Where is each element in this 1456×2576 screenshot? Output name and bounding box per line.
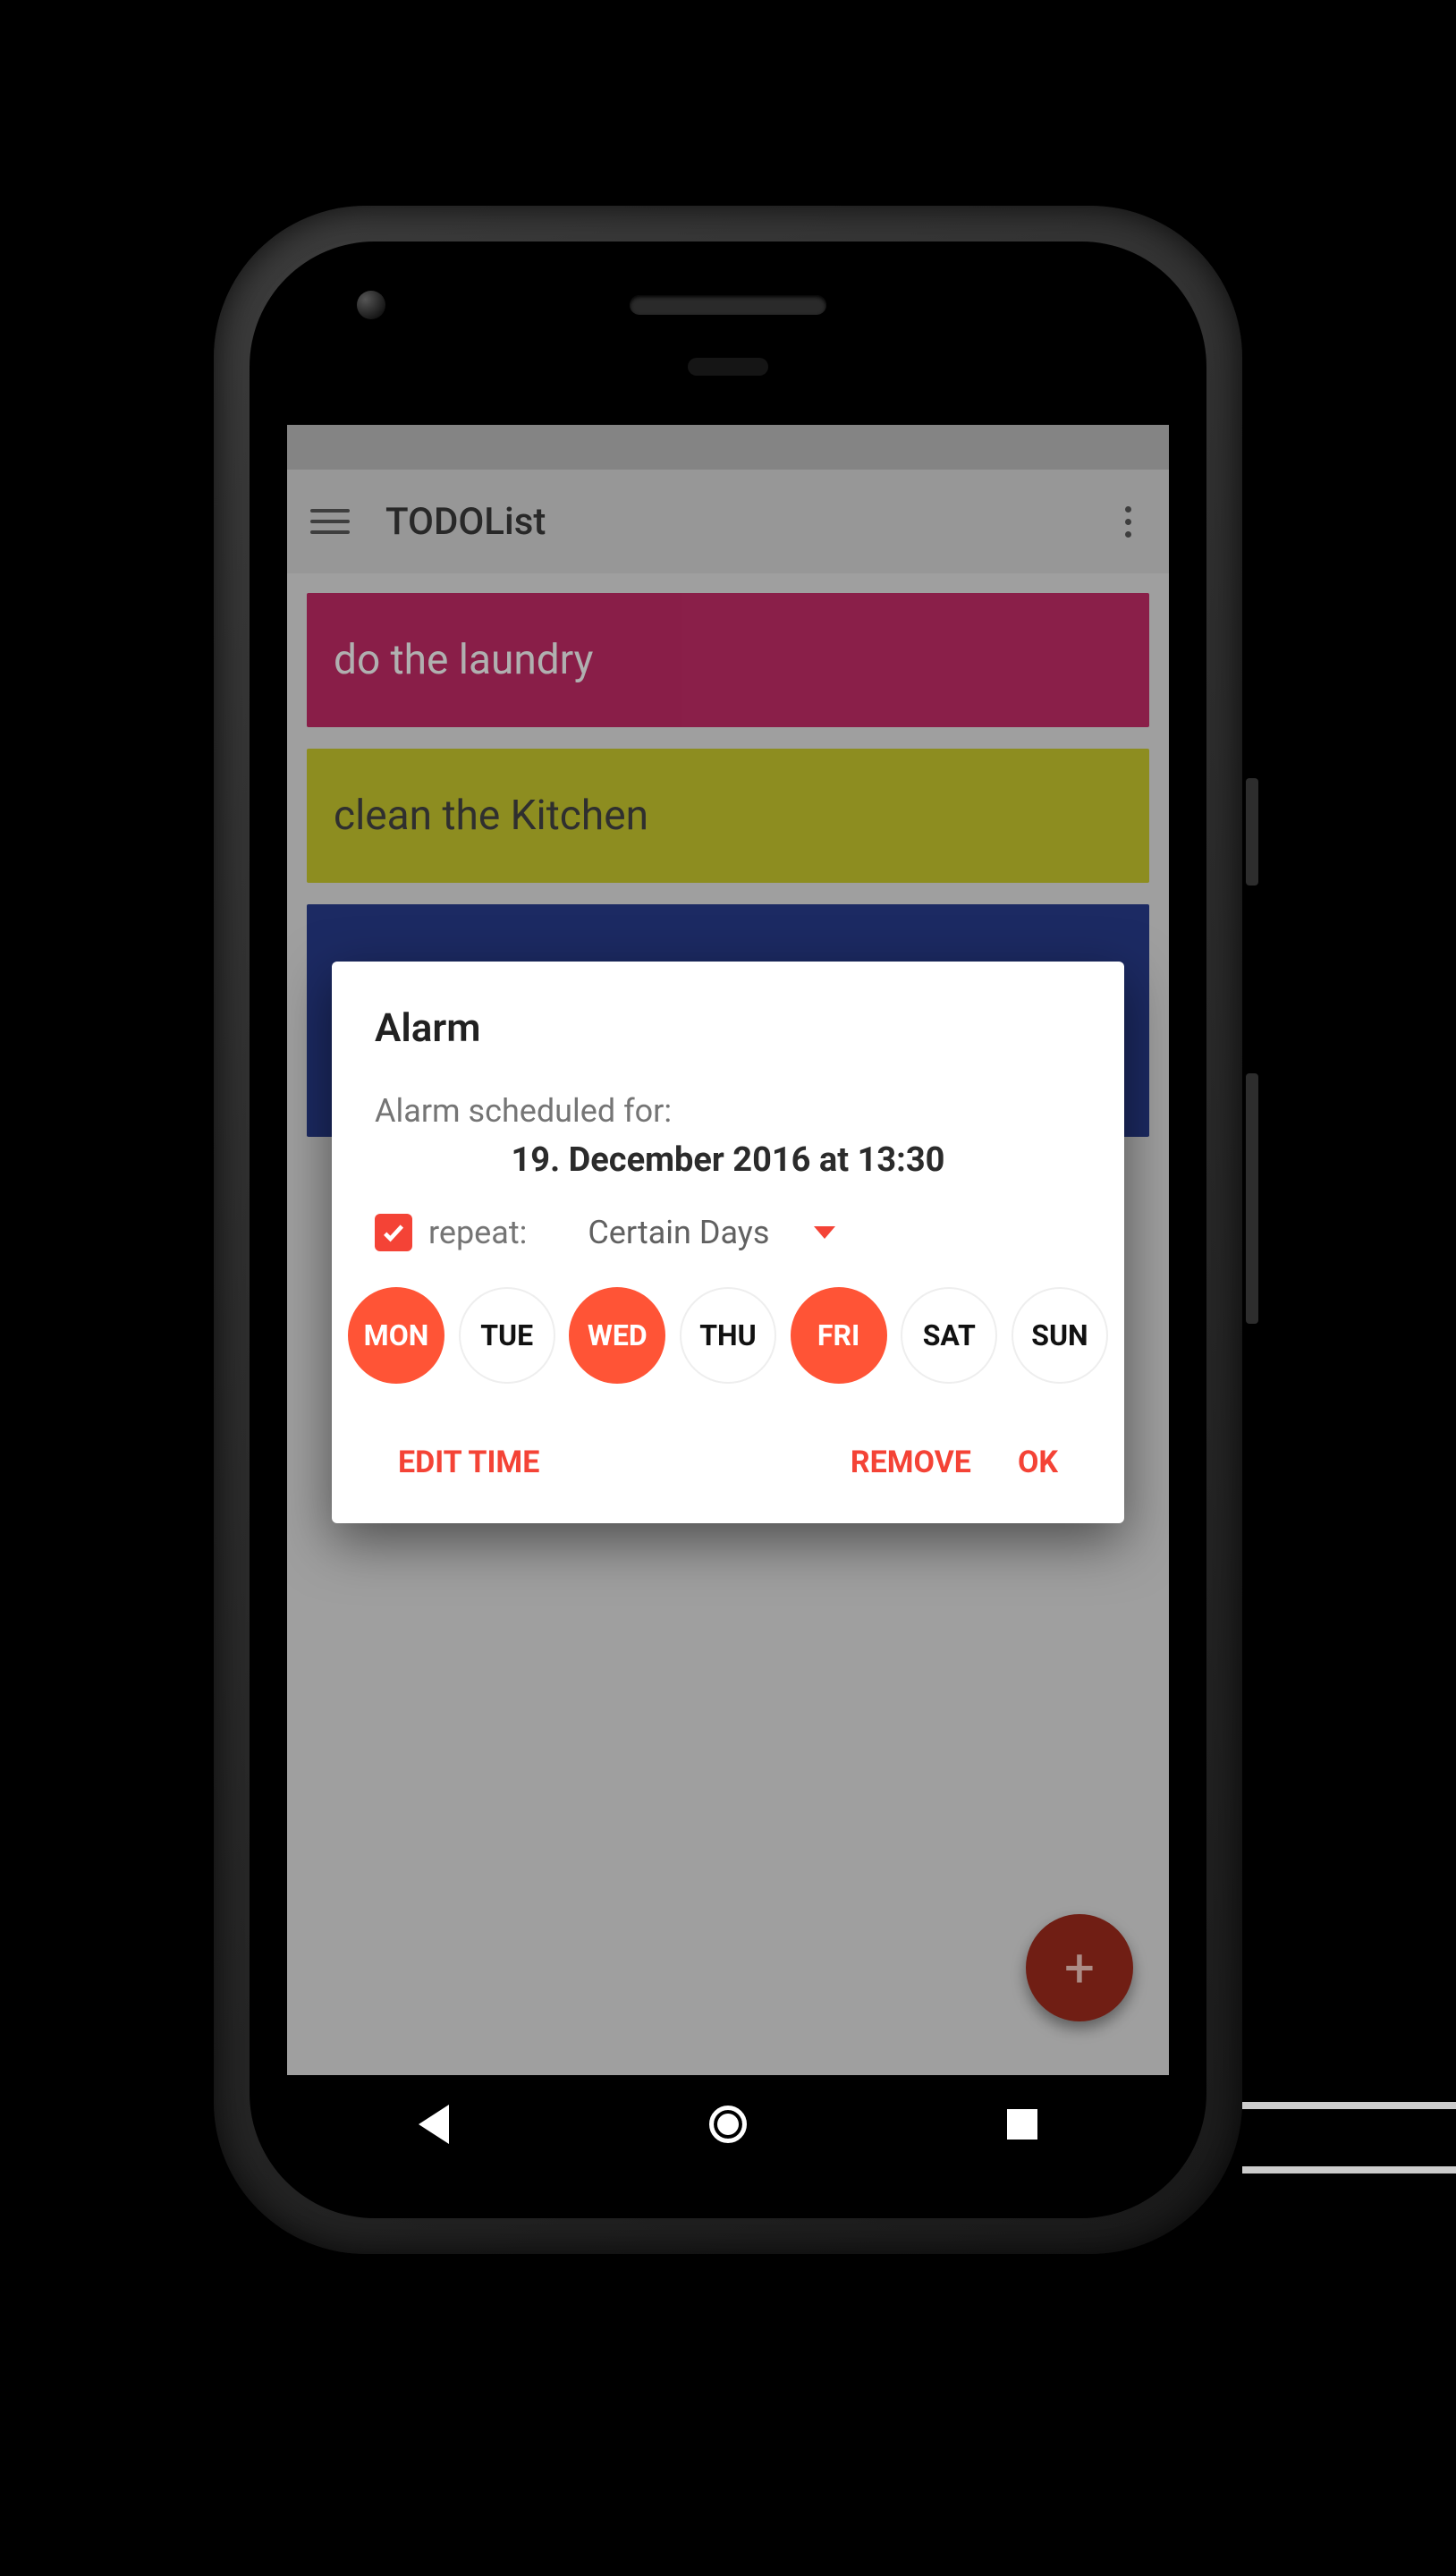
repeat-label: repeat: xyxy=(428,1214,527,1251)
remove-button[interactable]: REMOVE xyxy=(827,1428,995,1496)
check-icon xyxy=(381,1220,406,1245)
nav-recent-button[interactable] xyxy=(1000,2102,1045,2147)
nav-home-button[interactable] xyxy=(706,2102,750,2147)
day-toggle-sat[interactable]: SAT xyxy=(901,1287,997,1384)
day-picker: MON TUE WED THU FRI SAT SUN xyxy=(348,1287,1108,1384)
chevron-down-icon xyxy=(814,1226,835,1239)
edit-time-button[interactable]: EDIT TIME xyxy=(375,1428,563,1496)
phone-bezel: TODOList do the laundry clean the Kitche… xyxy=(250,242,1206,2218)
day-toggle-wed[interactable]: WED xyxy=(569,1287,665,1384)
repeat-checkbox[interactable] xyxy=(375,1214,412,1251)
day-label: SUN xyxy=(1031,1318,1088,1352)
phone-camera xyxy=(357,291,385,319)
android-navbar xyxy=(287,2075,1169,2174)
phone-cable xyxy=(1242,2102,1456,2174)
day-label: WED xyxy=(588,1318,648,1352)
scheduled-datetime: 19. December 2016 at 13:30 xyxy=(375,1140,1081,1180)
recent-apps-icon xyxy=(1007,2109,1037,2140)
phone-side-button xyxy=(1246,778,1258,886)
phone-sensor xyxy=(688,358,768,376)
day-toggle-sun[interactable]: SUN xyxy=(1012,1287,1108,1384)
scheduled-for-label: Alarm scheduled for: xyxy=(375,1092,1081,1130)
phone-frame: TODOList do the laundry clean the Kitche… xyxy=(214,206,1242,2254)
phone-side-button xyxy=(1246,1073,1258,1324)
nav-back-button[interactable] xyxy=(411,2102,456,2147)
day-label: TUE xyxy=(480,1318,533,1352)
repeat-mode-value: Certain Days xyxy=(588,1214,769,1251)
day-label: SAT xyxy=(923,1318,976,1352)
alarm-dialog: Alarm Alarm scheduled for: 19. December … xyxy=(332,962,1124,1523)
screen: TODOList do the laundry clean the Kitche… xyxy=(287,425,1169,2075)
day-toggle-fri[interactable]: FRI xyxy=(791,1287,887,1384)
day-label: THU xyxy=(699,1318,757,1352)
repeat-row: repeat: Certain Days xyxy=(375,1214,1081,1251)
day-label: MON xyxy=(364,1318,429,1352)
ok-button[interactable]: OK xyxy=(995,1428,1081,1496)
dialog-actions: EDIT TIME REMOVE OK xyxy=(375,1428,1081,1496)
home-icon xyxy=(709,2106,747,2143)
day-label: FRI xyxy=(817,1318,859,1352)
dialog-title: Alarm xyxy=(375,1004,1081,1051)
day-toggle-mon[interactable]: MON xyxy=(348,1287,444,1384)
day-toggle-thu[interactable]: THU xyxy=(680,1287,776,1384)
phone-speaker xyxy=(630,295,826,315)
back-icon xyxy=(419,2105,449,2144)
repeat-mode-dropdown[interactable]: Certain Days xyxy=(588,1214,835,1251)
day-toggle-tue[interactable]: TUE xyxy=(459,1287,555,1384)
